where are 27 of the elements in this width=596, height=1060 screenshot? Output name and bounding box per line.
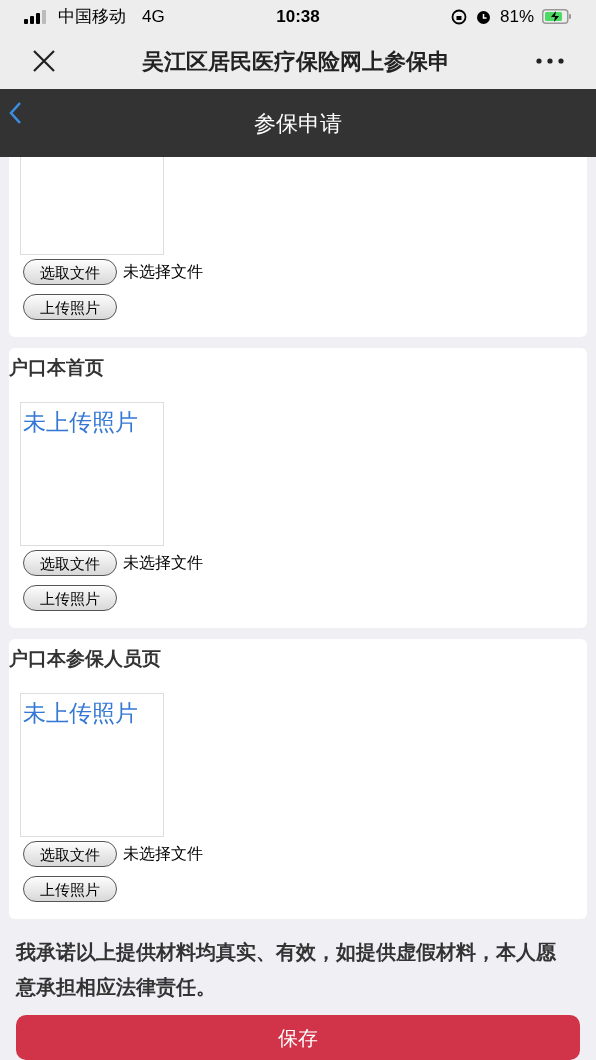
file-status: 未选择文件 (123, 262, 203, 283)
save-button[interactable]: 保存 (16, 1015, 580, 1060)
carrier-name: 中国移动 (58, 5, 126, 28)
header-title: 参保申请 (254, 109, 342, 138)
choose-file-button[interactable]: 选取文件 (23, 841, 117, 868)
back-icon[interactable] (8, 101, 22, 126)
battery-charging-icon (542, 9, 572, 24)
upload-photo-button[interactable]: 上传照片 (23, 876, 117, 903)
choose-file-button[interactable]: 选取文件 (23, 259, 117, 286)
file-status: 未选择文件 (123, 553, 203, 574)
upload-photo-button[interactable]: 上传照片 (23, 585, 117, 612)
alarm-icon (474, 8, 492, 25)
more-icon[interactable] (536, 58, 564, 65)
rotation-lock-icon (450, 8, 467, 25)
photo-preview: 未上传照片 (20, 693, 164, 838)
pledge-text: 我承诺以上提供材料均真实、有效，如提供虚假材料，本人愿意承担相应法律责任。 (16, 940, 557, 1001)
card-title: 户口本参保人员页 (9, 647, 162, 672)
clock-time: 10:38 (275, 5, 321, 28)
close-icon[interactable] (32, 49, 56, 74)
file-status: 未选择文件 (123, 844, 203, 865)
choose-file-button[interactable]: 选取文件 (23, 550, 117, 577)
battery-percent: 81% (499, 5, 534, 28)
network-type: 4G (142, 5, 165, 28)
upload-photo-button[interactable]: 上传照片 (23, 294, 117, 321)
photo-preview: 未上传照片 (20, 402, 164, 547)
card-title: 户口本首页 (9, 356, 105, 381)
page-title: 吴江区居民医疗保险网上参保申 (141, 47, 451, 76)
